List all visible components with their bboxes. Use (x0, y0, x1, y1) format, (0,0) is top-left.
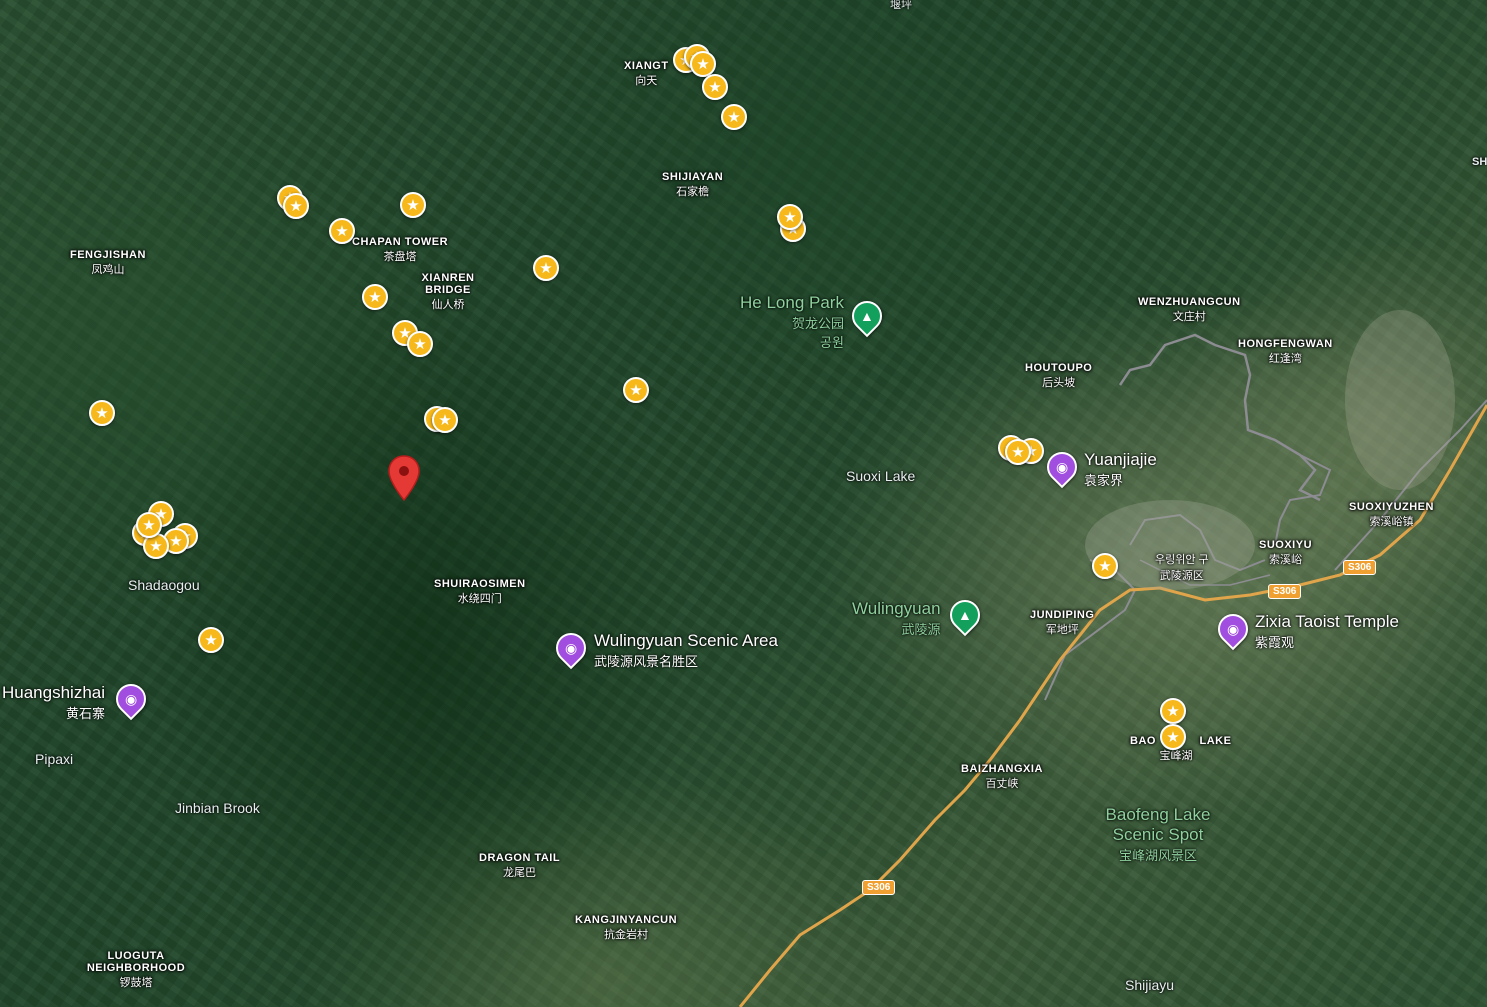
village-label: Pipaxi (35, 751, 74, 767)
dropped-pin-marker[interactable] (388, 455, 420, 501)
place-label: HOUTOUPO 后头坡 (1025, 362, 1093, 389)
saved-place-star[interactable]: ★ (623, 377, 649, 403)
saved-place-star[interactable]: ★ (533, 255, 559, 281)
place-label: SUOXIYU 索溪峪 (1259, 539, 1313, 566)
saved-place-star[interactable]: ★ (1092, 553, 1118, 579)
village-label: Shadaogou (128, 577, 200, 593)
village-label: 堰坪 (890, 0, 912, 11)
saved-place-star[interactable]: ★ (198, 627, 224, 653)
road-shield-s306: S306 (1343, 560, 1377, 575)
highway-s306 (738, 404, 1487, 1007)
place-label: 우링위안 구 武陵源区 (1155, 554, 1209, 582)
place-label: WENZHUANGCUN 文庄村 (1138, 296, 1241, 323)
place-label: LUOGUTA NEIGHBORHOOD 锣鼓塔 (86, 950, 186, 989)
place-label: BAIZHANGXIA 百丈峡 (961, 763, 1043, 790)
poi-label-baofeng-lake[interactable]: Baofeng Lake Scenic Spot 宝峰湖风景区 (1103, 805, 1213, 864)
lake-label: Suoxi Lake (846, 468, 916, 484)
place-label: KANGJINYANCUN 抗金岩村 (575, 914, 678, 941)
poi-label-he-long-park[interactable]: He Long Park 贺龙公园 공원 (740, 293, 844, 351)
road-shield-s306: S306 (862, 880, 896, 895)
saved-place-star[interactable]: ★ (400, 192, 426, 218)
poi-label-yuanjiajie[interactable]: Yuanjiajie 袁家界 (1084, 450, 1157, 489)
village-label: SH (1472, 156, 1487, 168)
poi-label-huangshizhai[interactable]: Huangshizhai 黄石寨 (2, 683, 105, 722)
camera-icon: ◉ (1055, 459, 1069, 475)
poi-label-wulingyuan-scenic-area[interactable]: Wulingyuan Scenic Area 武陵源风景名胜区 (594, 631, 778, 670)
saved-place-star[interactable]: ★ (777, 204, 803, 230)
roads-layer (738, 310, 1487, 1007)
stream-label: Jinbian Brook (175, 800, 260, 816)
saved-place-star[interactable]: ★ (407, 331, 433, 357)
camera-icon: ◉ (124, 691, 138, 707)
poi-label-zixia-taoist-temple[interactable]: Zixia Taoist Temple 紫霞观 (1255, 612, 1399, 651)
saved-place-star[interactable]: ★ (721, 104, 747, 130)
place-label: SHUIRAOSIMEN 水绕四门 (434, 578, 526, 605)
place-label: CHAPAN TOWER 茶盘塔 (352, 236, 449, 263)
poi-label-wulingyuan[interactable]: Wulingyuan 武陵源 (852, 599, 941, 638)
place-label: JUNDIPING 军地坪 (1030, 609, 1095, 636)
tree-icon: ▲ (860, 308, 874, 325)
saved-place-star[interactable]: ★ (702, 74, 728, 100)
camera-icon: ◉ (1226, 621, 1240, 637)
saved-place-star[interactable]: ★ (329, 218, 355, 244)
place-label: HONGFENGWAN 红逢湾 (1238, 338, 1333, 365)
saved-place-star[interactable]: ★ (89, 400, 115, 426)
saved-place-star[interactable]: ★ (1005, 439, 1031, 465)
place-label: DRAGON TAIL 龙尾巴 (479, 852, 561, 879)
saved-place-star[interactable]: ★ (432, 407, 458, 433)
saved-place-star[interactable]: ★ (1160, 724, 1186, 750)
satellite-map[interactable]: FENGJISHAN 凤鸡山 CHAPAN TOWER 茶盘塔 XIANREN BR… (0, 0, 1487, 1007)
town-area (1345, 310, 1455, 490)
place-label: FENGJISHAN 凤鸡山 (70, 249, 146, 276)
saved-place-star[interactable]: ★ (362, 284, 388, 310)
saved-place-star[interactable]: ★ (690, 51, 716, 77)
saved-place-star[interactable]: ★ (136, 512, 162, 538)
tree-icon: ▲ (958, 607, 972, 624)
camera-icon: ◉ (564, 640, 578, 656)
place-label: XIANGT 向天 (624, 60, 669, 87)
saved-place-star[interactable]: ★ (1160, 698, 1186, 724)
village-label: Shijiayu (1125, 977, 1175, 993)
place-label: SUOXIYUZHEN 索溪峪镇 (1349, 501, 1434, 528)
place-label: XIANREN BRIDGE 仙人桥 (421, 272, 475, 311)
place-label: SHIJIAYAN 石家檐 (662, 171, 724, 198)
local-road (1274, 454, 1332, 546)
saved-place-star[interactable]: ★ (283, 193, 309, 219)
road-shield-s306: S306 (1268, 584, 1302, 599)
